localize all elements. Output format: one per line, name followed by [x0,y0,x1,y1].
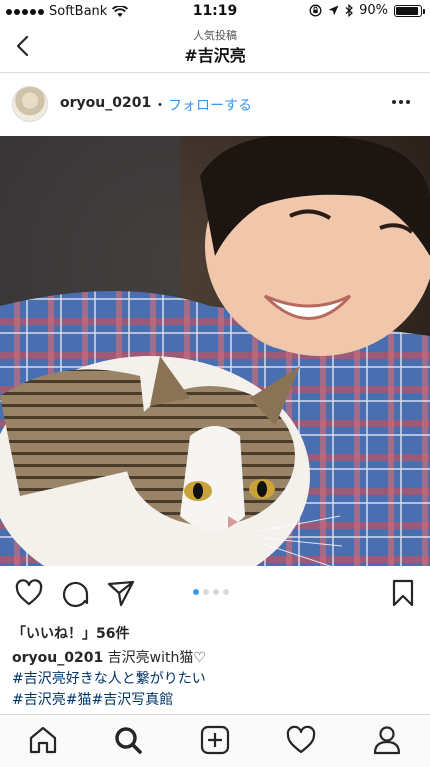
hashtags-line-2[interactable]: #吉沢亮#猫#吉沢写真館 [12,690,422,711]
battery-icon [394,4,425,17]
location-icon [328,5,339,16]
carousel-dot [193,589,199,595]
nav-header: 人気投稿 #吉沢亮 [0,24,430,73]
carousel-dot [213,589,219,595]
more-options-icon[interactable] [392,100,410,104]
caption-username[interactable]: oryou_0201 [12,650,103,666]
post-photo[interactable] [0,136,430,566]
profile-icon[interactable] [370,723,404,757]
bookmark-icon[interactable] [390,578,416,608]
likes-count[interactable]: 「いいね！」56件 [12,623,129,643]
status-bar: SoftBank 11:19 90% [0,0,430,24]
carousel-dot [223,589,229,595]
caption-text: 吉沢亮with猫♡ [107,650,206,666]
status-right: 90% [309,3,425,18]
battery-fill [396,6,418,15]
carousel-dot [203,589,209,595]
lock-rotation-icon [309,4,322,17]
bluetooth-icon [345,4,353,17]
search-icon[interactable] [111,723,145,757]
comment-icon[interactable] [60,578,90,608]
header-subtitle: 人気投稿 [193,29,237,42]
add-post-icon[interactable] [198,723,232,757]
avatar[interactable] [12,86,48,122]
tab-bar [0,714,430,767]
carousel-indicator [193,589,229,595]
home-icon[interactable] [26,723,60,757]
battery-percent: 90% [359,3,388,18]
follow-button[interactable]: フォローする [168,95,252,115]
post-caption: oryou_0201 吉沢亮with猫♡ #吉沢亮好きな人と繋がりたい #吉沢亮… [12,648,422,711]
post-username[interactable]: oryou_0201 [60,95,151,111]
page-title: #吉沢亮 [184,46,246,65]
like-heart-icon[interactable] [14,578,44,608]
separator-dot: ・ [153,98,167,114]
hashtags-line-1[interactable]: #吉沢亮好きな人と繋がりたい [12,669,422,690]
share-icon[interactable] [106,578,136,608]
activity-heart-icon[interactable] [284,723,318,757]
